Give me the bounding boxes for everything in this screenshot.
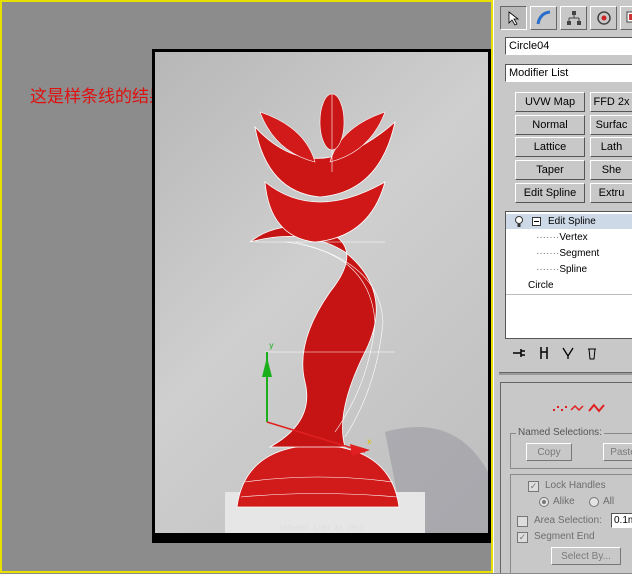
remove-modifier-icon[interactable] [586,346,598,360]
stack-subobject-vertex[interactable]: ·······Vertex [536,230,588,245]
spline-level-icon [589,405,604,411]
make-unique-icon[interactable] [561,346,575,360]
segment-end-label: Segment End [534,531,595,542]
stack-subobject-spline[interactable]: ·······Spline [536,262,587,277]
lock-handles-checkbox[interactable]: ✓ [528,481,539,492]
hierarchy-tab[interactable] [560,6,587,30]
modifier-button-edit-spline[interactable]: Edit Spline [515,183,585,203]
modifier-button-surface[interactable]: Surfac [590,115,632,135]
modifier-button-shell[interactable]: She [590,160,632,180]
display-tab[interactable] [620,6,632,30]
vertex-level-icon [553,406,567,411]
stack-subobject-label: Spline [559,264,587,275]
modify-arc-icon [536,10,552,26]
selection-options-group: ✓ Lock Handles Alike All Area Selection:… [510,474,632,574]
background-image-frame: y x 565x800 1/04 In 1913 [152,49,491,543]
modifier-button-taper[interactable]: Taper [515,160,585,180]
stack-divider [506,294,632,295]
lock-handles-label: Lock Handles [545,480,606,491]
modify-tab[interactable] [530,6,557,30]
panel-separator [499,372,632,375]
stack-item-circle[interactable]: Circle [528,278,554,293]
collapse-minus-icon[interactable] [532,217,541,226]
cursor-arrow-icon [506,10,522,26]
paste-button[interactable]: Paste [603,443,632,461]
spline-sculpture: y x [155,52,488,533]
perspective-viewport[interactable]: 这是样条线的结果138 [0,0,493,573]
show-end-result-icon[interactable] [538,346,550,360]
copy-button[interactable]: Copy [526,443,572,461]
area-selection-checkbox[interactable] [517,516,528,527]
stack-subobject-label: Vertex [559,232,587,243]
render-caption: 565x800 1/04 In 1913 [155,523,488,533]
modifier-button-normal[interactable]: Normal [515,115,585,135]
lightbulb-icon[interactable] [514,216,524,228]
modifier-button-extrude[interactable]: Extru [590,183,632,203]
modifier-button-ffd[interactable]: FFD 2x [590,92,632,112]
all-radio[interactable] [589,497,599,507]
named-selections-group: Named Selections: Copy Paste [510,433,632,469]
subobject-level-icons [551,401,611,415]
stack-subobject-label: Segment [559,248,599,259]
stack-item-edit-spline[interactable]: Edit Spline [506,214,632,229]
motion-icon [596,10,612,26]
svg-text:x: x [367,437,372,446]
selection-rollout: Named Selections: Copy Paste ✓ Lock Hand… [500,382,632,573]
segment-level-icon [571,406,583,410]
modifier-list-dropdown[interactable]: Modifier List [505,64,632,82]
stack-toolbar [505,343,632,363]
area-selection-value[interactable]: 0.1m [611,513,632,528]
create-tab[interactable] [500,6,527,30]
alike-label: Alike [553,496,575,507]
svg-text:y: y [269,341,274,350]
segment-end-checkbox[interactable]: ✓ [517,532,528,543]
stack-item-label: Circle [528,280,554,291]
alike-radio[interactable] [539,497,549,507]
annotation-chinese: 这是样条线的结果 [30,87,166,107]
all-label: All [603,496,614,507]
hierarchy-icon [566,10,582,26]
stack-subobject-segment[interactable]: ·······Segment [536,246,599,261]
modifier-button-lattice[interactable]: Lattice [515,137,585,157]
command-panel-tabs [500,6,632,32]
named-selections-label: Named Selections: [516,427,604,438]
object-name-field[interactable]: Circle04 [505,37,632,55]
modifier-button-lathe[interactable]: Lath [590,137,632,157]
select-by-button[interactable]: Select By... [551,547,621,565]
pin-stack-icon[interactable] [511,346,527,360]
motion-tab[interactable] [590,6,617,30]
display-monitor-icon [626,10,632,26]
modifier-stack: Edit Spline ·······Vertex ·······Segment… [505,211,632,339]
modifier-button-uvw-map[interactable]: UVW Map [515,92,585,112]
stack-item-label: Edit Spline [548,214,596,229]
area-selection-label: Area Selection: [534,515,602,526]
sculpture-reference-image: y x 565x800 1/04 In 1913 [155,52,488,533]
